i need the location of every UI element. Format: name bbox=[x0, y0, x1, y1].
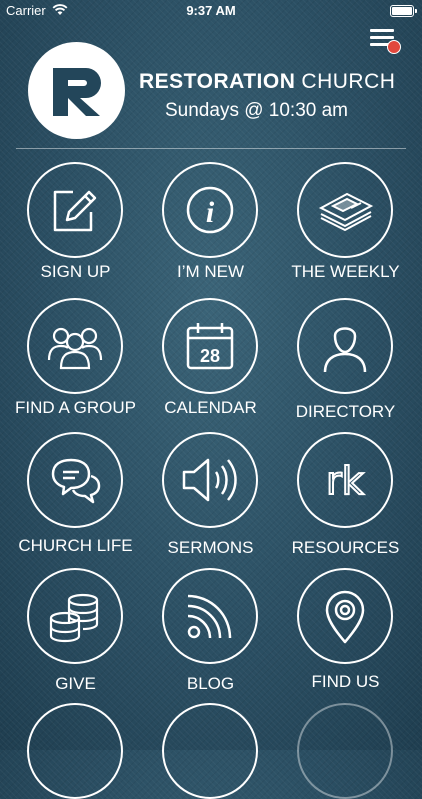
partial-tile[interactable] bbox=[27, 703, 123, 799]
tile-directory[interactable]: DIRECTORY bbox=[278, 298, 413, 428]
service-time: Sundays @ 10:30 am bbox=[165, 100, 349, 121]
tile-label: GIVE bbox=[55, 674, 96, 693]
tile-label: CALENDAR bbox=[164, 398, 257, 417]
svg-text:i: i bbox=[206, 196, 215, 229]
newspaper-stack-icon bbox=[318, 192, 374, 232]
tile-label: FIND A GROUP bbox=[15, 398, 136, 417]
partial-tile[interactable] bbox=[162, 703, 258, 799]
church-name: RESTORATION CHURCH bbox=[139, 70, 395, 94]
tile-label: SIGN UP bbox=[40, 262, 111, 281]
partial-tile[interactable] bbox=[297, 703, 393, 799]
coins-icon bbox=[49, 593, 99, 643]
restoration-r-logo-icon bbox=[53, 68, 101, 116]
battery-icon bbox=[390, 5, 417, 17]
status-bar: Carrier 9:37 AM bbox=[0, 0, 422, 22]
status-time: 9:37 AM bbox=[186, 3, 236, 18]
tile-label: BLOG bbox=[186, 674, 235, 693]
tile-church-life[interactable]: CHURCH LIFE bbox=[8, 432, 143, 562]
tile-label: SERMONS bbox=[167, 538, 254, 557]
tile-sign-up[interactable]: SIGN UP bbox=[8, 162, 143, 292]
rss-icon bbox=[187, 594, 232, 639]
tile-blog[interactable]: BLOG bbox=[143, 568, 278, 698]
tile-find-us[interactable]: FIND US bbox=[278, 568, 413, 698]
tile-the-weekly[interactable]: THE WEEKLY bbox=[278, 162, 413, 292]
chat-bubbles-icon bbox=[51, 458, 101, 504]
rk-glyph: rk bbox=[326, 459, 364, 503]
calendar-day: 28 bbox=[200, 346, 220, 366]
pencil-square-icon bbox=[53, 190, 97, 232]
info-icon: i bbox=[186, 186, 234, 234]
church-name-light: CHURCH bbox=[301, 70, 396, 93]
calendar-icon: 28 bbox=[186, 323, 234, 370]
speaker-icon bbox=[182, 458, 237, 502]
group-icon bbox=[47, 327, 103, 370]
tile-resources[interactable]: rk RESOURCES bbox=[278, 432, 413, 562]
tile-sermons[interactable]: SERMONS bbox=[143, 432, 278, 562]
tile-label: CHURCH LIFE bbox=[18, 536, 133, 555]
tile-label: FIND US bbox=[311, 672, 380, 691]
tile-label: THE WEEKLY bbox=[291, 262, 400, 281]
tile-label: DIRECTORY bbox=[295, 402, 396, 421]
map-pin-icon bbox=[325, 590, 365, 644]
tile-im-new[interactable]: i I’M NEW bbox=[143, 162, 278, 292]
hamburger-line bbox=[370, 36, 394, 39]
tile-find-a-group[interactable]: FIND A GROUP bbox=[8, 298, 143, 428]
tile-label: I’M NEW bbox=[176, 262, 245, 281]
notification-dot bbox=[387, 40, 401, 54]
tile-give[interactable]: GIVE bbox=[8, 568, 143, 698]
person-icon bbox=[323, 327, 367, 373]
church-name-bold: RESTORATION bbox=[139, 70, 296, 93]
header-divider bbox=[16, 148, 406, 149]
hamburger-icon bbox=[370, 29, 394, 32]
church-logo bbox=[28, 42, 125, 139]
tile-label: RESOURCES bbox=[291, 538, 400, 557]
menu-button[interactable] bbox=[368, 27, 402, 57]
tile-calendar[interactable]: 28 CALENDAR bbox=[143, 298, 278, 428]
rk-icon: rk bbox=[325, 458, 365, 504]
